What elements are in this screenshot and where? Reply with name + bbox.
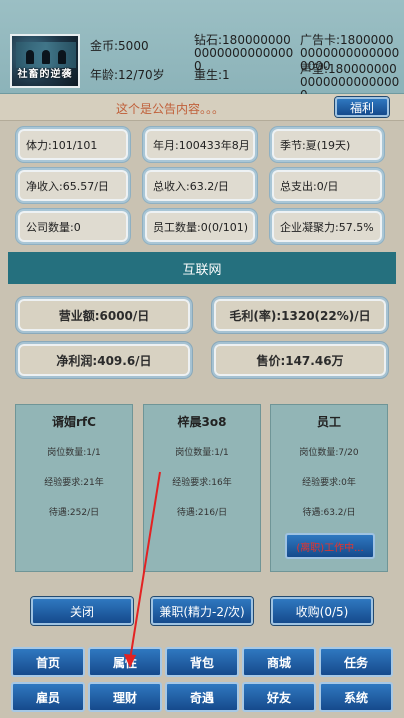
job-salary: 待遇:63.2/日	[302, 508, 356, 518]
season-stat: 季节:夏(19天)	[270, 127, 384, 162]
cohesion-stat: 企业凝聚力:57.5%	[270, 209, 384, 244]
job-experience: 经验要求:16年	[172, 478, 232, 488]
player-header: 社畜的逆袭 金币:5000 年龄:12/70岁 钻石:1800000000000…	[0, 0, 404, 102]
company-count-stat: 公司数量:0	[16, 209, 130, 244]
avatar-figure	[26, 50, 34, 64]
job-positions: 岗位数量:1/1	[47, 448, 101, 458]
close-button[interactable]: 关闭	[31, 597, 133, 625]
job-positions: 岗位数量:7/20	[299, 448, 359, 458]
nav-home[interactable]: 首页	[11, 647, 85, 677]
job-title: 梓晨3o8	[177, 415, 227, 429]
job-card[interactable]: 梓晨3o8 岗位数量:1/1 经验要求:16年 待遇:216/日	[143, 404, 261, 572]
stamina-stat: 体力:101/101	[16, 127, 130, 162]
nav-tasks[interactable]: 任务	[319, 647, 393, 677]
revenue-stat: 营业额:6000/日	[16, 297, 192, 333]
date-stat: 年月:100433年8月	[143, 127, 257, 162]
player-avatar[interactable]: 社畜的逆袭	[10, 34, 80, 88]
nav-attributes[interactable]: 属性	[88, 647, 162, 677]
nav-system[interactable]: 系统	[319, 682, 393, 712]
bottom-nav: 首页 属性 背包 商城 任务 雇员 理财 奇遇 好友 系统	[0, 642, 404, 718]
avatar-figure	[58, 50, 66, 64]
nav-mall[interactable]: 商城	[242, 647, 316, 677]
job-title: 谞媢rfC	[52, 415, 96, 429]
job-salary: 待遇:216/日	[176, 508, 228, 518]
notice-text: 这个是公告内容。。。	[116, 102, 225, 116]
job-card[interactable]: 员工 岗位数量:7/20 经验要求:0年 待遇:63.2/日 (离职)工作中..…	[270, 404, 388, 572]
job-salary: 待遇:252/日	[48, 508, 100, 518]
avatar-figure	[42, 50, 50, 64]
job-experience: 经验要求:21年	[44, 478, 104, 488]
working-status-button[interactable]: (离职)工作中...	[285, 533, 375, 559]
age-value: 年龄:12/70岁	[90, 68, 165, 82]
welfare-button[interactable]: 福利	[335, 97, 389, 117]
panel-title: 互联网	[8, 252, 396, 284]
employee-count-stat: 员工数量:0(0/101)	[143, 209, 257, 244]
nav-finance[interactable]: 理财	[88, 682, 162, 712]
job-positions: 岗位数量:1/1	[175, 448, 229, 458]
nav-adventure[interactable]: 奇遇	[165, 682, 239, 712]
acquire-button[interactable]: 收购(0/5)	[271, 597, 373, 625]
total-expense-stat: 总支出:0/日	[270, 168, 384, 203]
price-stat: 售价:147.46万	[212, 342, 388, 378]
job-card[interactable]: 谞媢rfC 岗位数量:1/1 经验要求:21年 待遇:252/日	[15, 404, 133, 572]
gold-value: 金币:5000	[90, 39, 149, 53]
nav-friends[interactable]: 好友	[242, 682, 316, 712]
part-time-button[interactable]: 兼职(精力-2/次)	[151, 597, 253, 625]
job-experience: 经验要求:0年	[302, 478, 356, 488]
avatar-caption: 社畜的逆袭	[17, 69, 73, 80]
job-title: 员工	[316, 415, 341, 429]
gross-margin-stat: 毛利(率):1320(22%)/日	[212, 297, 388, 333]
notice-bar: 这个是公告内容。。。 福利	[0, 94, 404, 121]
total-income-stat: 总收入:63.2/日	[143, 168, 257, 203]
net-income-stat: 净收入:65.57/日	[16, 168, 130, 203]
nav-backpack[interactable]: 背包	[165, 647, 239, 677]
nav-employees[interactable]: 雇员	[11, 682, 85, 712]
rebirth-value: 重生:1	[194, 68, 230, 82]
net-profit-stat: 净利润:409.6/日	[16, 342, 192, 378]
